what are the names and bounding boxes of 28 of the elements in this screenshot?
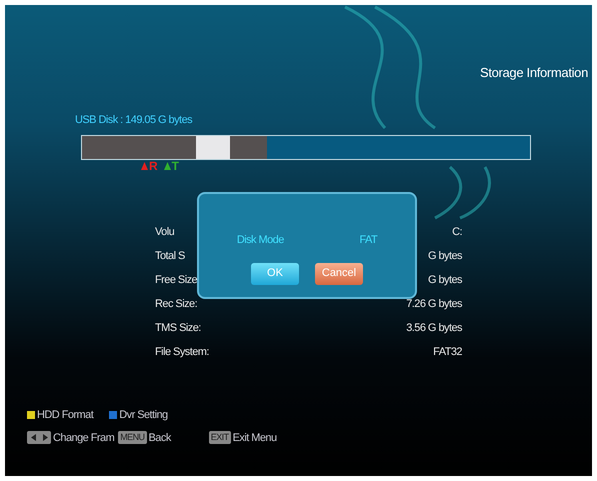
- remote-key: EXIT: [208, 431, 231, 444]
- dialog-label: Disk Mode: [236, 233, 284, 248]
- info-value: FAT32: [433, 344, 462, 360]
- left-right-arrows-icon: [27, 431, 51, 444]
- dialog-button[interactable]: OK: [251, 262, 299, 284]
- key-hint-label: Exit Menu: [232, 430, 277, 446]
- color-key-label: HDD Format: [37, 408, 94, 423]
- info-label: Volu: [155, 224, 174, 240]
- color-key-label: Dvr Setting: [119, 408, 168, 423]
- marker-label: T: [172, 160, 180, 172]
- disk-capacity-label: USB Disk : 149.05 G bytes: [75, 114, 192, 126]
- info-label: Rec Size:: [155, 296, 198, 312]
- remote-key: MENU: [118, 431, 147, 444]
- info-value: G bytes: [428, 248, 462, 264]
- dialog-value: FAT: [359, 233, 378, 248]
- key-hint-label: Change Fram: [53, 430, 114, 446]
- marker-label: R: [149, 160, 158, 172]
- info-value: 7.26 G bytes: [406, 296, 462, 312]
- info-value: G bytes: [428, 272, 462, 288]
- info-value: 3.56 G bytes: [406, 320, 462, 336]
- info-label: TMS Size:: [155, 320, 201, 336]
- dialog-button[interactable]: Cancel: [315, 262, 363, 284]
- info-value: C:: [452, 224, 462, 240]
- screen-title: Storage Information: [480, 64, 588, 82]
- info-label: File System:: [155, 344, 209, 360]
- key-hint-label: Back: [148, 430, 171, 446]
- info-label: Free Size: [155, 272, 198, 288]
- info-label: Total S: [155, 248, 185, 264]
